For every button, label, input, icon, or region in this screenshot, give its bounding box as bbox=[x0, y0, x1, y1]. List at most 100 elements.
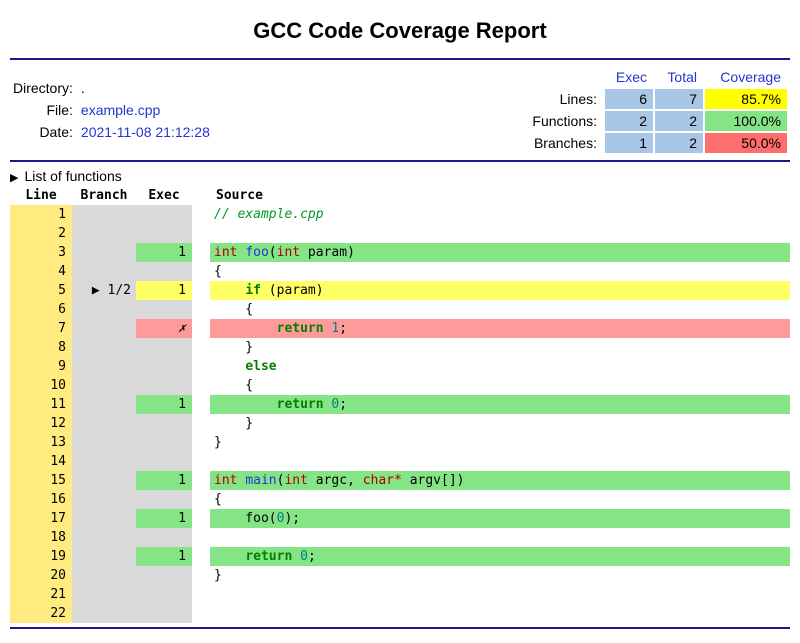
summary-coverage: 85.7% bbox=[705, 89, 787, 109]
line-number[interactable]: 17 bbox=[10, 509, 72, 528]
line-number[interactable]: 20 bbox=[10, 566, 72, 585]
file-label: File: bbox=[13, 100, 79, 120]
line-number[interactable]: 19 bbox=[10, 547, 72, 566]
exec-cell: 1 bbox=[136, 243, 192, 262]
source-row: 111 return 0; bbox=[10, 395, 790, 414]
line-number[interactable]: 18 bbox=[10, 528, 72, 547]
branch-cell bbox=[72, 509, 136, 528]
exec-cell bbox=[136, 528, 192, 547]
functions-toggle-label[interactable]: List of functions bbox=[10, 166, 790, 186]
line-number[interactable]: 11 bbox=[10, 395, 72, 414]
source-cell: else bbox=[210, 357, 790, 376]
source-row: 2 bbox=[10, 224, 790, 243]
directory-value: . bbox=[81, 78, 216, 98]
line-number[interactable]: 22 bbox=[10, 604, 72, 623]
branch-cell bbox=[72, 604, 136, 623]
divider bbox=[10, 627, 790, 629]
source-row: 1// example.cpp bbox=[10, 205, 790, 224]
col-source-header: Source bbox=[210, 186, 790, 205]
functions-toggle[interactable]: List of functions bbox=[10, 166, 790, 186]
line-number[interactable]: 1 bbox=[10, 205, 72, 224]
source-cell: { bbox=[210, 300, 790, 319]
source-cell bbox=[210, 224, 790, 243]
source-cell: return 0; bbox=[210, 547, 790, 566]
line-number[interactable]: 10 bbox=[10, 376, 72, 395]
branch-cell[interactable]: ▶ 1/2 bbox=[72, 281, 136, 300]
source-table: Line Branch Exec Source 1// example.cpp2… bbox=[10, 186, 790, 623]
col-line-header: Line bbox=[10, 186, 72, 205]
exec-cell bbox=[136, 585, 192, 604]
line-number[interactable]: 3 bbox=[10, 243, 72, 262]
line-number[interactable]: 9 bbox=[10, 357, 72, 376]
line-number[interactable]: 2 bbox=[10, 224, 72, 243]
header-left: Directory: . File: example.cpp Date: 202… bbox=[11, 76, 218, 144]
source-cell: { bbox=[210, 262, 790, 281]
source-row: 4{ bbox=[10, 262, 790, 281]
summary-row-label: Lines: bbox=[526, 89, 603, 109]
branch-cell bbox=[72, 452, 136, 471]
source-cell bbox=[210, 452, 790, 471]
source-row: 13} bbox=[10, 433, 790, 452]
col-exec-header: Exec bbox=[136, 186, 192, 205]
summary-coverage: 100.0% bbox=[705, 111, 787, 131]
file-link[interactable]: example.cpp bbox=[81, 100, 216, 120]
exec-cell: 1 bbox=[136, 471, 192, 490]
branch-cell bbox=[72, 300, 136, 319]
branch-cell bbox=[72, 357, 136, 376]
exec-cell: 1 bbox=[136, 281, 192, 300]
line-number[interactable]: 5 bbox=[10, 281, 72, 300]
source-row: 191 return 0; bbox=[10, 547, 790, 566]
source-cell: return 0; bbox=[210, 395, 790, 414]
line-number[interactable]: 14 bbox=[10, 452, 72, 471]
line-number[interactable]: 4 bbox=[10, 262, 72, 281]
summary-exec: 6 bbox=[605, 89, 653, 109]
exec-cell: 1 bbox=[136, 509, 192, 528]
source-row: 6 { bbox=[10, 300, 790, 319]
source-row: 12 } bbox=[10, 414, 790, 433]
source-row: 22 bbox=[10, 604, 790, 623]
source-cell bbox=[210, 528, 790, 547]
branch-cell bbox=[72, 471, 136, 490]
branch-cell bbox=[72, 262, 136, 281]
source-cell: { bbox=[210, 490, 790, 509]
source-row: 16 { bbox=[10, 490, 790, 509]
source-row: 171 foo(0); bbox=[10, 509, 790, 528]
exec-cell bbox=[136, 338, 192, 357]
line-number[interactable]: 12 bbox=[10, 414, 72, 433]
line-number[interactable]: 15 bbox=[10, 471, 72, 490]
branch-cell bbox=[72, 585, 136, 604]
summary-coverage: 50.0% bbox=[705, 133, 787, 153]
exec-cell bbox=[136, 452, 192, 471]
exec-cell bbox=[136, 376, 192, 395]
source-row: 7✗ return 1; bbox=[10, 319, 790, 338]
source-cell: } bbox=[210, 338, 790, 357]
branch-cell bbox=[72, 414, 136, 433]
source-row: 14 bbox=[10, 452, 790, 471]
date-label: Date: bbox=[13, 122, 79, 142]
source-cell: return 1; bbox=[210, 319, 790, 338]
date-value: 2021-11-08 21:12:28 bbox=[81, 122, 216, 142]
source-row: 31int foo(int param) bbox=[10, 243, 790, 262]
directory-label: Directory: bbox=[13, 78, 79, 98]
header-table: Directory: . File: example.cpp Date: 202… bbox=[10, 64, 790, 156]
branch-cell bbox=[72, 547, 136, 566]
source-cell: int main(int argc, char* argv[]) bbox=[210, 471, 790, 490]
source-cell: { bbox=[210, 376, 790, 395]
exec-cell bbox=[136, 224, 192, 243]
line-number[interactable]: 21 bbox=[10, 585, 72, 604]
line-number[interactable]: 8 bbox=[10, 338, 72, 357]
col-total: Total bbox=[655, 67, 703, 87]
exec-cell bbox=[136, 604, 192, 623]
source-row: 21 bbox=[10, 585, 790, 604]
line-number[interactable]: 7 bbox=[10, 319, 72, 338]
source-cell: } bbox=[210, 566, 790, 585]
line-number[interactable]: 16 bbox=[10, 490, 72, 509]
branch-cell bbox=[72, 566, 136, 585]
summary-row-label: Branches: bbox=[526, 133, 603, 153]
exec-cell bbox=[136, 357, 192, 376]
line-number[interactable]: 13 bbox=[10, 433, 72, 452]
branch-cell bbox=[72, 319, 136, 338]
source-row: 20} bbox=[10, 566, 790, 585]
line-number[interactable]: 6 bbox=[10, 300, 72, 319]
summary-row-label: Functions: bbox=[526, 111, 603, 131]
